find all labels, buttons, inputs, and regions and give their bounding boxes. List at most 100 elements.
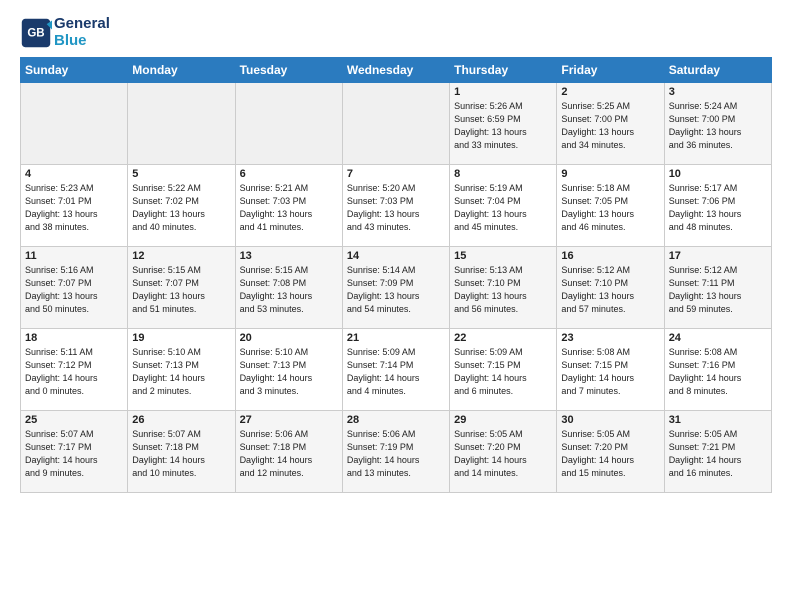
- calendar-cell: 18 Sunrise: 5:11 AM Sunset: 7:12 PM Dayli…: [21, 329, 128, 411]
- calendar-cell: [342, 83, 449, 165]
- day-info: Sunrise: 5:09 AM Sunset: 7:14 PM Dayligh…: [347, 346, 445, 398]
- calendar-week-row: 25 Sunrise: 5:07 AM Sunset: 7:17 PM Dayli…: [21, 411, 772, 493]
- calendar-body: 1 Sunrise: 5:26 AM Sunset: 6:59 PM Daylig…: [21, 83, 772, 493]
- page: GB GeneralBlue SundayMondayTuesdayWednes…: [0, 0, 792, 503]
- day-info: Sunrise: 5:25 AM Sunset: 7:00 PM Dayligh…: [561, 100, 659, 152]
- day-info: Sunrise: 5:20 AM Sunset: 7:03 PM Dayligh…: [347, 182, 445, 234]
- calendar-cell: 7 Sunrise: 5:20 AM Sunset: 7:03 PM Daylig…: [342, 165, 449, 247]
- calendar-cell: 6 Sunrise: 5:21 AM Sunset: 7:03 PM Daylig…: [235, 165, 342, 247]
- calendar-cell: 21Sunrise: 5:09 AM Sunset: 7:14 PM Dayli…: [342, 329, 449, 411]
- calendar-cell: 13 Sunrise: 5:15 AM Sunset: 7:08 PM Dayli…: [235, 247, 342, 329]
- calendar-cell: 11Sunrise: 5:16 AM Sunset: 7:07 PM Dayli…: [21, 247, 128, 329]
- day-number: 4: [25, 168, 123, 180]
- day-number: 26: [132, 414, 230, 426]
- day-number: 27: [240, 414, 338, 426]
- weekday-header: Friday: [557, 58, 664, 83]
- day-info: Sunrise: 5:08 AM Sunset: 7:15 PM Dayligh…: [561, 346, 659, 398]
- day-number: 31: [669, 414, 767, 426]
- logo: GB GeneralBlue: [20, 16, 110, 49]
- day-info: Sunrise: 5:06 AM Sunset: 7:18 PM Dayligh…: [240, 428, 338, 480]
- calendar-header: SundayMondayTuesdayWednesdayThursdayFrid…: [21, 58, 772, 83]
- calendar-cell: 27 Sunrise: 5:06 AM Sunset: 7:18 PM Dayli…: [235, 411, 342, 493]
- day-number: 1: [454, 86, 552, 98]
- day-number: 12: [132, 250, 230, 262]
- calendar-week-row: 4 Sunrise: 5:23 AM Sunset: 7:01 PM Daylig…: [21, 165, 772, 247]
- day-info: Sunrise: 5:07 AM Sunset: 7:17 PM Dayligh…: [25, 428, 123, 480]
- calendar-cell: 22 Sunrise: 5:09 AM Sunset: 7:15 PM Dayli…: [450, 329, 557, 411]
- calendar-cell: 30 Sunrise: 5:05 AM Sunset: 7:20 PM Dayli…: [557, 411, 664, 493]
- calendar-cell: 20Sunrise: 5:10 AM Sunset: 7:13 PM Dayli…: [235, 329, 342, 411]
- day-number: 30: [561, 414, 659, 426]
- day-info: Sunrise: 5:14 AM Sunset: 7:09 PM Dayligh…: [347, 264, 445, 316]
- day-info: Sunrise: 5:21 AM Sunset: 7:03 PM Dayligh…: [240, 182, 338, 234]
- calendar-cell: 12 Sunrise: 5:15 AM Sunset: 7:07 PM Dayli…: [128, 247, 235, 329]
- day-info: Sunrise: 5:18 AM Sunset: 7:05 PM Dayligh…: [561, 182, 659, 234]
- day-number: 5: [132, 168, 230, 180]
- day-info: Sunrise: 5:12 AM Sunset: 7:10 PM Dayligh…: [561, 264, 659, 316]
- day-number: 7: [347, 168, 445, 180]
- day-number: 28: [347, 414, 445, 426]
- day-info: Sunrise: 5:06 AM Sunset: 7:19 PM Dayligh…: [347, 428, 445, 480]
- header: GB GeneralBlue: [20, 16, 772, 49]
- day-info: Sunrise: 5:19 AM Sunset: 7:04 PM Dayligh…: [454, 182, 552, 234]
- day-info: Sunrise: 5:07 AM Sunset: 7:18 PM Dayligh…: [132, 428, 230, 480]
- day-number: 17: [669, 250, 767, 262]
- day-number: 15: [454, 250, 552, 262]
- day-number: 6: [240, 168, 338, 180]
- calendar-cell: 9 Sunrise: 5:18 AM Sunset: 7:05 PM Daylig…: [557, 165, 664, 247]
- calendar-cell: 19Sunrise: 5:10 AM Sunset: 7:13 PM Dayli…: [128, 329, 235, 411]
- day-number: 9: [561, 168, 659, 180]
- day-info: Sunrise: 5:10 AM Sunset: 7:13 PM Dayligh…: [132, 346, 230, 398]
- calendar-week-row: 1 Sunrise: 5:26 AM Sunset: 6:59 PM Daylig…: [21, 83, 772, 165]
- calendar-cell: 24 Sunrise: 5:08 AM Sunset: 7:16 PM Dayli…: [664, 329, 771, 411]
- calendar-cell: 8 Sunrise: 5:19 AM Sunset: 7:04 PM Daylig…: [450, 165, 557, 247]
- weekday-header: Saturday: [664, 58, 771, 83]
- day-number: 3: [669, 86, 767, 98]
- day-info: Sunrise: 5:08 AM Sunset: 7:16 PM Dayligh…: [669, 346, 767, 398]
- day-number: 2: [561, 86, 659, 98]
- weekday-header: Wednesday: [342, 58, 449, 83]
- calendar-cell: 29Sunrise: 5:05 AM Sunset: 7:20 PM Dayli…: [450, 411, 557, 493]
- weekday-header: Monday: [128, 58, 235, 83]
- calendar-cell: [128, 83, 235, 165]
- day-info: Sunrise: 5:26 AM Sunset: 6:59 PM Dayligh…: [454, 100, 552, 152]
- day-info: Sunrise: 5:13 AM Sunset: 7:10 PM Dayligh…: [454, 264, 552, 316]
- day-info: Sunrise: 5:23 AM Sunset: 7:01 PM Dayligh…: [25, 182, 123, 234]
- day-info: Sunrise: 5:11 AM Sunset: 7:12 PM Dayligh…: [25, 346, 123, 398]
- day-number: 13: [240, 250, 338, 262]
- day-number: 24: [669, 332, 767, 344]
- calendar-cell: 5 Sunrise: 5:22 AM Sunset: 7:02 PM Daylig…: [128, 165, 235, 247]
- day-info: Sunrise: 5:17 AM Sunset: 7:06 PM Dayligh…: [669, 182, 767, 234]
- calendar-week-row: 11Sunrise: 5:16 AM Sunset: 7:07 PM Dayli…: [21, 247, 772, 329]
- calendar-cell: 28 Sunrise: 5:06 AM Sunset: 7:19 PM Dayli…: [342, 411, 449, 493]
- logo-name: GeneralBlue: [54, 16, 110, 49]
- day-number: 22: [454, 332, 552, 344]
- logo-icon: GB: [20, 17, 52, 49]
- day-info: Sunrise: 5:24 AM Sunset: 7:00 PM Dayligh…: [669, 100, 767, 152]
- calendar-cell: 2 Sunrise: 5:25 AM Sunset: 7:00 PM Daylig…: [557, 83, 664, 165]
- calendar-cell: 25 Sunrise: 5:07 AM Sunset: 7:17 PM Dayli…: [21, 411, 128, 493]
- day-number: 23: [561, 332, 659, 344]
- calendar-cell: 31Sunrise: 5:05 AM Sunset: 7:21 PM Dayli…: [664, 411, 771, 493]
- calendar-cell: 16Sunrise: 5:12 AM Sunset: 7:10 PM Dayli…: [557, 247, 664, 329]
- day-info: Sunrise: 5:12 AM Sunset: 7:11 PM Dayligh…: [669, 264, 767, 316]
- calendar-cell: [21, 83, 128, 165]
- calendar-cell: 14 Sunrise: 5:14 AM Sunset: 7:09 PM Dayli…: [342, 247, 449, 329]
- day-info: Sunrise: 5:15 AM Sunset: 7:08 PM Dayligh…: [240, 264, 338, 316]
- calendar-cell: 15 Sunrise: 5:13 AM Sunset: 7:10 PM Dayli…: [450, 247, 557, 329]
- weekday-header: Sunday: [21, 58, 128, 83]
- day-number: 8: [454, 168, 552, 180]
- day-number: 20: [240, 332, 338, 344]
- calendar-cell: 10Sunrise: 5:17 AM Sunset: 7:06 PM Dayli…: [664, 165, 771, 247]
- weekday-header: Thursday: [450, 58, 557, 83]
- day-number: 14: [347, 250, 445, 262]
- day-info: Sunrise: 5:09 AM Sunset: 7:15 PM Dayligh…: [454, 346, 552, 398]
- day-number: 18: [25, 332, 123, 344]
- calendar-week-row: 18 Sunrise: 5:11 AM Sunset: 7:12 PM Dayli…: [21, 329, 772, 411]
- day-number: 25: [25, 414, 123, 426]
- day-number: 29: [454, 414, 552, 426]
- day-info: Sunrise: 5:05 AM Sunset: 7:20 PM Dayligh…: [561, 428, 659, 480]
- day-info: Sunrise: 5:22 AM Sunset: 7:02 PM Dayligh…: [132, 182, 230, 234]
- svg-text:GB: GB: [27, 27, 44, 39]
- day-info: Sunrise: 5:15 AM Sunset: 7:07 PM Dayligh…: [132, 264, 230, 316]
